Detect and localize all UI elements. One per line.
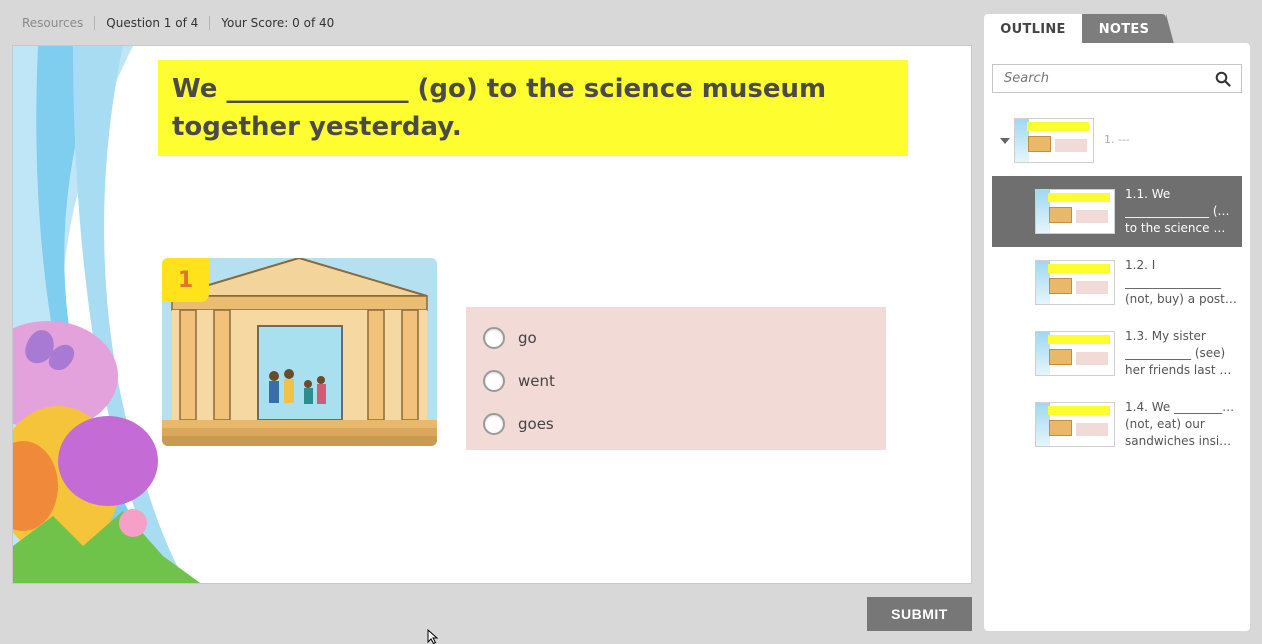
question-counter: Question 1 of 4 bbox=[94, 16, 209, 30]
label-line: ___________ (see) bbox=[1125, 346, 1226, 360]
label-line: ________________ bbox=[1125, 275, 1221, 289]
score-display: Your Score: 0 of 40 bbox=[209, 16, 345, 30]
collapse-caret-icon[interactable] bbox=[1000, 138, 1010, 144]
sidebar-tabs: OUTLINE NOTES bbox=[984, 14, 1250, 44]
label-line: (not, buy) a postcard bbox=[1125, 292, 1237, 306]
submit-button[interactable]: SUBMIT bbox=[867, 597, 972, 631]
outline-item-1-1[interactable]: 1.1. We ______________ (go) to the scien… bbox=[992, 176, 1242, 247]
slide-thumbnail bbox=[1014, 118, 1094, 163]
radio-button[interactable] bbox=[483, 412, 505, 435]
option-label: went bbox=[518, 371, 555, 390]
option-went[interactable]: went bbox=[466, 359, 886, 402]
slide-area: We ______________ (go) to the science mu… bbox=[12, 45, 972, 584]
outline-item-label: 1.2. I ________________ (not, buy) a pos… bbox=[1125, 257, 1237, 308]
slide-thumbnail bbox=[1035, 260, 1115, 305]
label-line: 1.3. My sister bbox=[1125, 329, 1206, 343]
question-line-1: We ______________ (go) to the science mu… bbox=[172, 74, 827, 104]
option-goes[interactable]: goes bbox=[466, 402, 886, 445]
museum-illustration: 1 bbox=[162, 258, 437, 446]
answer-options: go went goes bbox=[466, 307, 886, 450]
option-go[interactable]: go bbox=[466, 316, 886, 359]
outline-item-1-4[interactable]: 1.4. We ___________ (not, eat) our sandw… bbox=[992, 389, 1242, 460]
tab-outline[interactable]: OUTLINE bbox=[984, 14, 1094, 44]
option-label: go bbox=[518, 328, 537, 347]
option-label: goes bbox=[518, 414, 554, 433]
label-line: her friends last Saturday bbox=[1125, 363, 1237, 377]
outline-list: 1.1. We ______________ (go) to the scien… bbox=[992, 176, 1242, 460]
search-input[interactable] bbox=[1004, 71, 1204, 86]
resources-link[interactable]: Resources bbox=[22, 16, 94, 30]
outline-root[interactable]: 1. --- bbox=[984, 117, 1250, 165]
outline-item-label: 1.1. We ______________ (go) to the scien… bbox=[1125, 186, 1237, 237]
search-icon[interactable] bbox=[1215, 71, 1231, 87]
top-bar: Resources Question 1 of 4 Your Score: 0 … bbox=[0, 0, 980, 46]
label-line: to the science museum together yesterday… bbox=[1125, 221, 1237, 235]
mouse-cursor-icon bbox=[427, 629, 439, 644]
label-line: 1.1. We bbox=[1125, 187, 1171, 201]
question-line-2: together yesterday. bbox=[172, 112, 462, 142]
label-line: 1.4. We ___________ bbox=[1125, 400, 1237, 414]
slide-thumbnail bbox=[1035, 189, 1115, 234]
radio-button[interactable] bbox=[483, 369, 505, 392]
label-line: (not, eat) our bbox=[1125, 417, 1205, 431]
outline-panel: 1. --- 1.1. We ______________ (go) to th… bbox=[984, 43, 1250, 631]
outline-item-label: 1.4. We ___________ (not, eat) our sandw… bbox=[1125, 399, 1237, 450]
outline-item-label: 1.3. My sister ___________ (see) her fri… bbox=[1125, 328, 1237, 379]
search-box bbox=[992, 64, 1242, 93]
outline-item-1-2[interactable]: 1.2. I ________________ (not, buy) a pos… bbox=[992, 247, 1242, 318]
label-line: 1.2. I bbox=[1125, 258, 1156, 272]
slide-thumbnail bbox=[1035, 331, 1115, 376]
outline-root-label: 1. --- bbox=[1104, 133, 1130, 146]
outline-item-1-3[interactable]: 1.3. My sister ___________ (see) her fri… bbox=[992, 318, 1242, 389]
image-number-badge: 1 bbox=[162, 258, 209, 302]
label-line: sandwiches inside. bbox=[1125, 434, 1237, 448]
radio-button[interactable] bbox=[483, 326, 505, 349]
slide-thumbnail bbox=[1035, 402, 1115, 447]
label-line: ______________ (go) bbox=[1125, 204, 1237, 218]
question-text-box: We ______________ (go) to the science mu… bbox=[158, 60, 908, 156]
tab-notes[interactable]: NOTES bbox=[1082, 14, 1174, 44]
